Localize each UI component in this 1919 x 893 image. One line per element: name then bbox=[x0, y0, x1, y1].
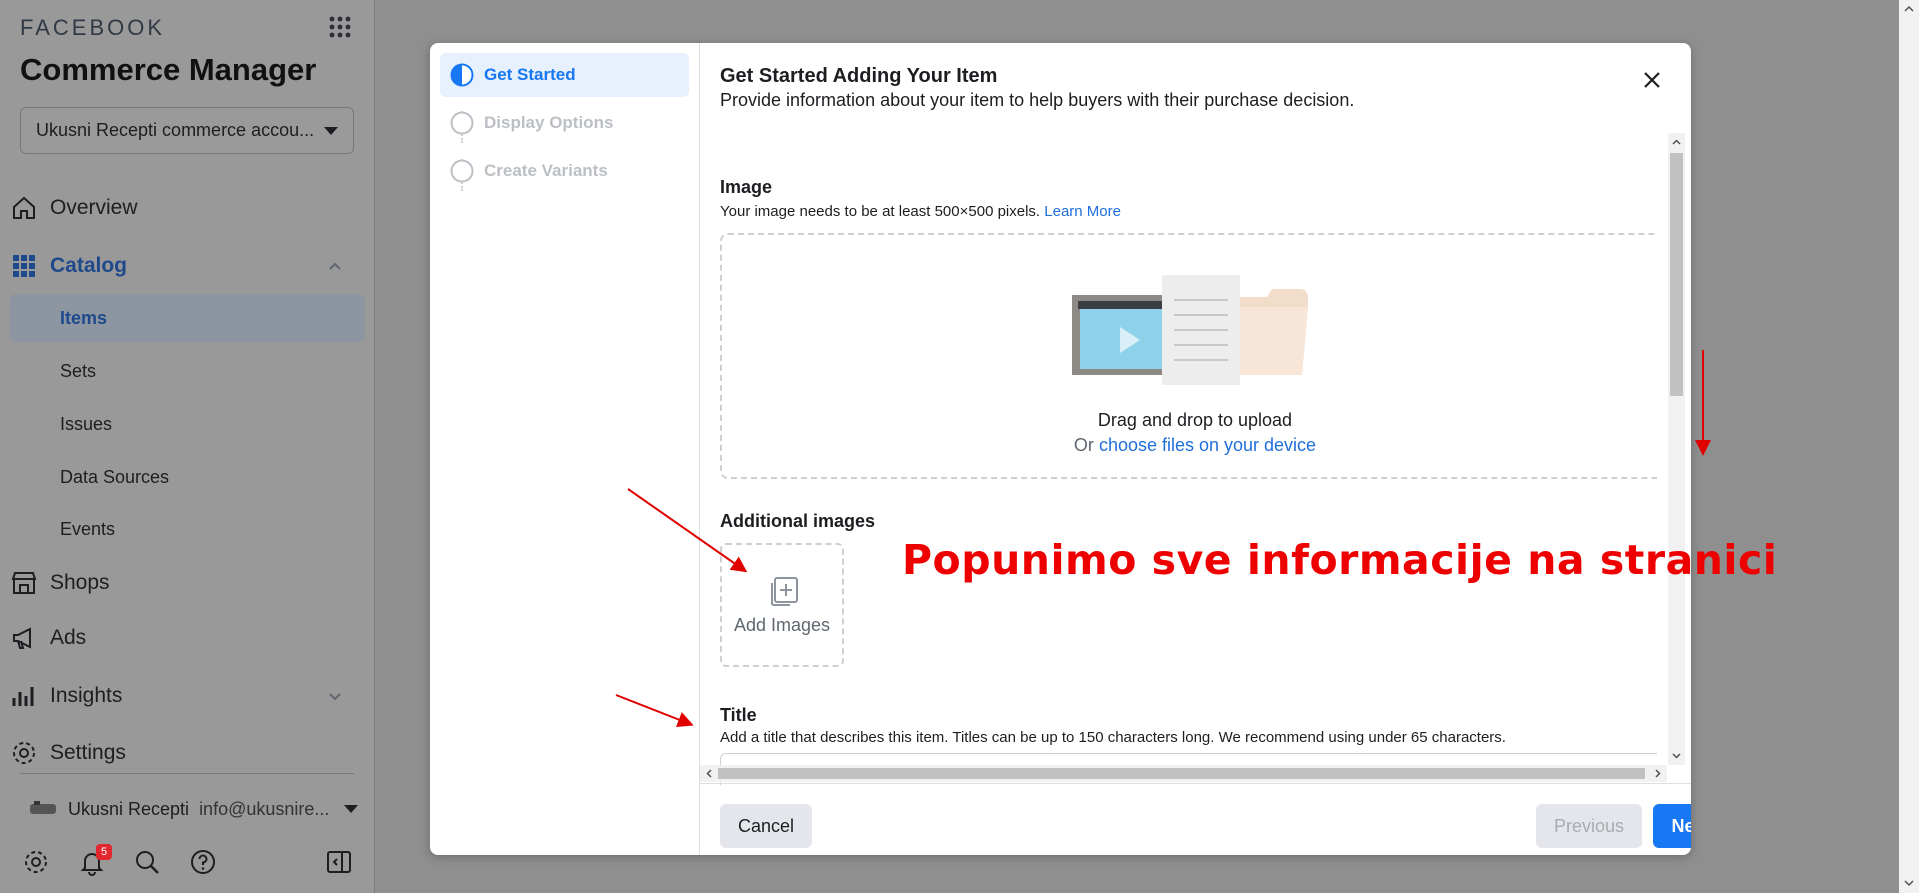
step-create-variants[interactable]: Create Variants bbox=[440, 149, 689, 193]
media-upload-illustration bbox=[1072, 275, 1308, 385]
facebook-wordmark: FACEBOOK bbox=[20, 15, 166, 40]
empty-circle-icon bbox=[450, 159, 474, 183]
home-icon bbox=[13, 196, 35, 219]
modal-subtitle: Provide information about your item to h… bbox=[720, 90, 1355, 110]
close-icon[interactable] bbox=[1637, 65, 1667, 95]
business-account-switcher[interactable]: Ukusni Recepti info@ukusnire... bbox=[28, 795, 358, 823]
caret-down-icon bbox=[324, 126, 338, 135]
step-label: Get Started bbox=[484, 65, 576, 84]
help-icon[interactable] bbox=[189, 848, 217, 876]
nav-shops[interactable]: Shops bbox=[10, 559, 110, 607]
image-help-text: Your image needs to be at least 500×500 … bbox=[720, 203, 1121, 220]
nav-settings[interactable]: Settings bbox=[10, 729, 126, 777]
bar-chart-icon bbox=[12, 687, 34, 706]
horizontal-scroll-thumb[interactable] bbox=[718, 768, 1645, 779]
learn-more-link[interactable]: Learn More bbox=[1044, 203, 1121, 220]
gear-icon bbox=[13, 742, 35, 764]
horizontal-scrollbar[interactable] bbox=[700, 765, 1667, 782]
modal-title: Get Started Adding Your Item bbox=[720, 65, 998, 87]
add-images-button[interactable]: Add Images bbox=[720, 543, 844, 667]
step-display-options[interactable]: Display Options bbox=[440, 101, 689, 145]
account-selector[interactable]: Ukusni Recepti commerce accou... bbox=[20, 107, 354, 154]
vertical-scrollbar[interactable] bbox=[1668, 133, 1685, 765]
nav-data-sources[interactable]: Data Sources bbox=[10, 453, 365, 501]
empty-circle-icon bbox=[450, 111, 474, 135]
title-section-label: Title bbox=[720, 705, 757, 725]
modal-footer: Cancel Previous Next bbox=[700, 783, 1691, 855]
nav-catalog[interactable]: Catalog bbox=[10, 242, 127, 290]
business-name: Ukusni Recepti bbox=[68, 798, 190, 819]
step-get-started[interactable]: Get Started bbox=[440, 53, 689, 97]
step-label: Create Variants bbox=[484, 161, 608, 180]
business-logo-icon bbox=[30, 801, 56, 814]
chevron-down-icon[interactable] bbox=[328, 689, 342, 703]
notification-badge: 5 bbox=[96, 844, 112, 860]
page-title: Commerce Manager bbox=[20, 52, 317, 87]
account-name: Ukusni Recepti commerce accou... bbox=[36, 120, 315, 140]
choose-files-line: Or choose files on your device bbox=[722, 435, 1657, 456]
shop-icon bbox=[11, 572, 37, 594]
megaphone-icon bbox=[13, 627, 31, 649]
item-form-scroll-area: Image Your image needs to be at least 50… bbox=[720, 133, 1657, 785]
nav-catalog-label: Catalog bbox=[50, 254, 128, 277]
choose-files-link[interactable]: choose files on your device bbox=[1099, 435, 1316, 455]
title-help-text: Add a title that describes this item. Ti… bbox=[720, 729, 1506, 746]
nav-overview[interactable]: Overview bbox=[10, 184, 138, 232]
half-circle-progress-icon bbox=[450, 63, 474, 87]
search-icon[interactable] bbox=[133, 848, 161, 876]
scroll-up-arrow-icon[interactable] bbox=[1672, 138, 1681, 147]
scroll-right-arrow-icon[interactable] bbox=[1653, 769, 1662, 778]
image-requirement-text: Your image needs to be at least 500×500 … bbox=[720, 203, 1041, 220]
nav-settings-label: Settings bbox=[50, 741, 126, 764]
nav-ads[interactable]: Ads bbox=[10, 614, 86, 662]
annotation-caption: Popunimo sve informacije na stranici bbox=[902, 536, 1778, 584]
previous-button[interactable]: Previous bbox=[1536, 804, 1642, 848]
business-email: info@ukusnire... bbox=[199, 798, 330, 819]
page-scrollbar[interactable] bbox=[1899, 0, 1919, 893]
chevron-up-icon[interactable] bbox=[328, 259, 342, 273]
nav-events[interactable]: Events bbox=[10, 505, 365, 553]
nav-insights-label: Insights bbox=[50, 684, 123, 707]
add-image-icon bbox=[771, 577, 798, 606]
nav-ads-label: Ads bbox=[50, 626, 87, 649]
drag-drop-text: Drag and drop to upload bbox=[1097, 410, 1293, 430]
next-button[interactable]: Next bbox=[1653, 804, 1691, 848]
caret-down-icon bbox=[344, 805, 358, 813]
nav-items[interactable]: Items bbox=[10, 294, 365, 342]
nav-shops-label: Shops bbox=[50, 571, 110, 594]
sidebar-bottom-toolbar bbox=[22, 848, 357, 878]
scroll-down-arrow-icon[interactable] bbox=[1672, 751, 1681, 760]
image-section-label: Image bbox=[720, 177, 773, 197]
nav-insights[interactable]: Insights bbox=[10, 672, 122, 720]
add-item-modal: Get Started Display Options Create Varia… bbox=[430, 43, 1691, 855]
nav-issues[interactable]: Issues bbox=[10, 400, 365, 448]
nav-overview-label: Overview bbox=[50, 196, 138, 219]
apps-grid-icon[interactable] bbox=[328, 15, 352, 39]
or-text: Or bbox=[1073, 435, 1094, 455]
step-navigation: Get Started Display Options Create Varia… bbox=[430, 43, 700, 855]
page-scroll-down-arrow-icon[interactable] bbox=[1904, 878, 1914, 888]
sidebar-divider bbox=[20, 773, 354, 774]
page-scroll-up-arrow-icon[interactable] bbox=[1904, 4, 1914, 14]
catalog-grid-icon bbox=[13, 255, 35, 277]
image-dropzone[interactable]: Drag and drop to upload Or choose files … bbox=[720, 233, 1657, 479]
step-label: Display Options bbox=[484, 113, 614, 132]
vertical-scroll-thumb[interactable] bbox=[1670, 153, 1683, 396]
collapse-sidebar-icon[interactable] bbox=[325, 848, 353, 876]
nav-sets[interactable]: Sets bbox=[10, 347, 365, 395]
sidebar: FACEBOOK Commerce Manager Ukusni Recepti… bbox=[0, 0, 375, 893]
settings-gear-icon[interactable] bbox=[22, 848, 50, 876]
additional-images-label: Additional images bbox=[720, 511, 876, 531]
cancel-button[interactable]: Cancel bbox=[720, 804, 812, 848]
add-images-label: Add Images bbox=[733, 615, 831, 635]
scroll-left-arrow-icon[interactable] bbox=[705, 769, 714, 778]
